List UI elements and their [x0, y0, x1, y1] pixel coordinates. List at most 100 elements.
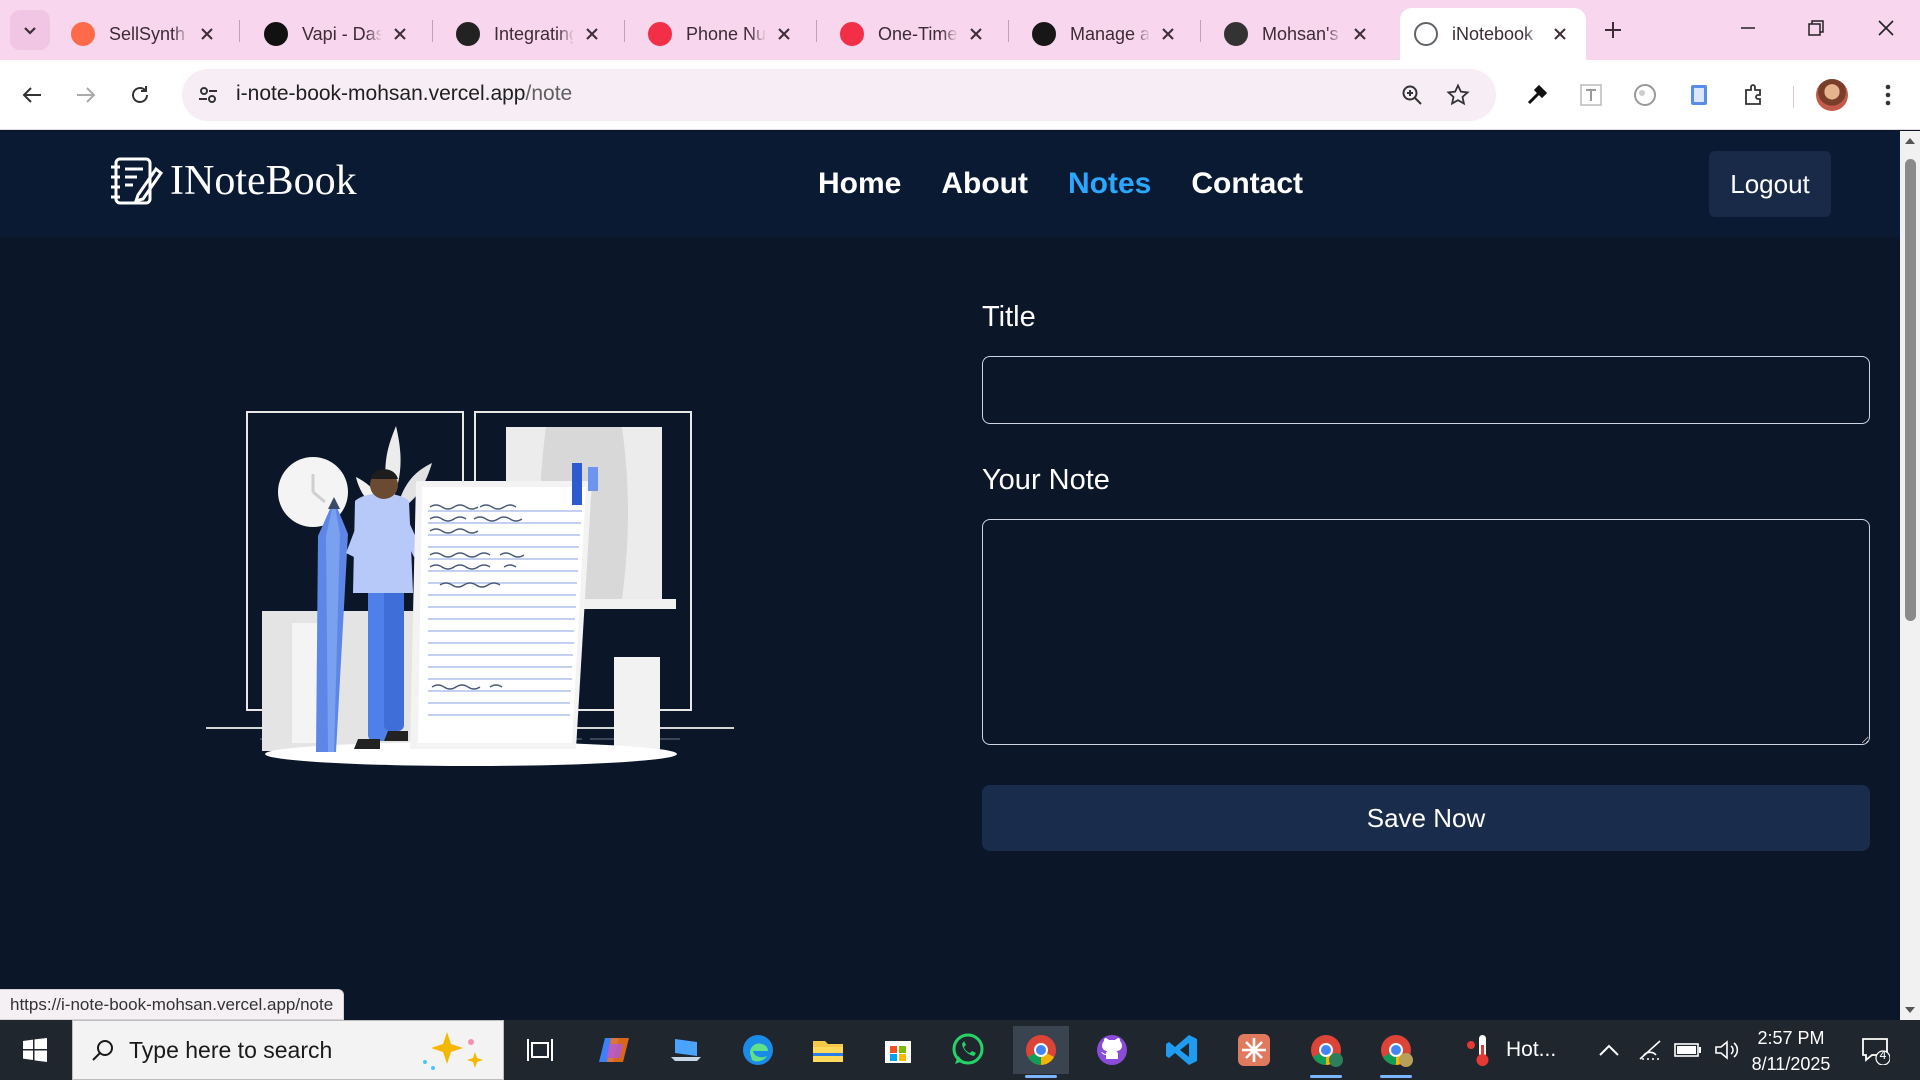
tab-search-button[interactable] — [10, 10, 50, 50]
minimize-button[interactable] — [1718, 6, 1778, 50]
windows-taskbar: Type here to search Hot... 2:57 PM 8/11/… — [0, 1020, 1920, 1080]
taskbar-chrome-profile-3[interactable] — [1368, 1026, 1424, 1078]
wifi-icon[interactable] — [1638, 1039, 1662, 1061]
nav-notes[interactable]: Notes — [1068, 167, 1151, 201]
close-tab-icon[interactable] — [964, 22, 988, 46]
task-view-button[interactable] — [512, 1026, 568, 1074]
close-window-button[interactable] — [1856, 6, 1916, 50]
browser-tab[interactable]: Mohsan's — [1210, 8, 1386, 60]
clock-time: 2:57 PM — [1757, 1028, 1825, 1048]
zoom-button[interactable] — [1396, 79, 1428, 111]
taskbar-vscode[interactable] — [1154, 1026, 1210, 1074]
taskbar-edge[interactable] — [730, 1026, 786, 1074]
title-label: Title — [982, 301, 1036, 333]
notebook-logo-icon — [111, 157, 164, 205]
taskbar-whatsapp[interactable] — [940, 1026, 996, 1074]
site-nav-links: Home About Notes Contact — [818, 167, 1303, 201]
browser-tab[interactable]: One-Time — [826, 8, 1002, 60]
browser-tab[interactable]: Vapi - Dash — [250, 8, 426, 60]
palette-icon — [1634, 84, 1656, 106]
taskbar-file-explorer[interactable] — [800, 1026, 856, 1074]
browser-tab[interactable]: Phone Nur — [634, 8, 810, 60]
bookmark-button[interactable] — [1442, 79, 1474, 111]
claude-icon — [1238, 1034, 1270, 1066]
tab-separator — [432, 20, 433, 42]
globe-icon — [1414, 22, 1438, 46]
address-bar[interactable]: i-note-book-mohsan.vercel.app/note — [182, 69, 1496, 121]
new-tab-button[interactable] — [1595, 12, 1631, 48]
weather-widget[interactable]: Hot... — [1466, 1020, 1556, 1080]
extension-sidepanel[interactable] — [1681, 77, 1717, 113]
forward-button[interactable] — [68, 77, 104, 113]
taskbar-app-laptop[interactable] — [658, 1026, 714, 1074]
task-view-icon — [527, 1039, 553, 1061]
taskbar-chrome-profile-2[interactable] — [1298, 1026, 1354, 1078]
site-navbar: INoteBook Home About Notes Contact Logou… — [0, 131, 1900, 237]
browser-tab[interactable]: iNotebook — [1400, 8, 1586, 60]
start-button[interactable] — [10, 1030, 60, 1070]
url-text: i-note-book-mohsan.vercel.app/note — [236, 82, 573, 105]
minimize-icon — [1741, 27, 1755, 29]
notification-count: 4 — [1879, 1048, 1887, 1062]
logout-button[interactable]: Logout — [1709, 151, 1831, 217]
system-clock[interactable]: 2:57 PM 8/11/2025 — [1736, 1025, 1846, 1077]
browser-menu-button[interactable] — [1870, 77, 1906, 113]
battery-icon[interactable] — [1674, 1042, 1702, 1058]
profile-avatar[interactable] — [1816, 79, 1848, 111]
tab-separator — [816, 20, 817, 42]
extension-eyedropper[interactable] — [1519, 77, 1555, 113]
openai-icon — [456, 22, 480, 46]
save-now-button[interactable]: Save Now — [982, 785, 1870, 851]
extension-palette[interactable] — [1627, 77, 1663, 113]
tab-separator — [1008, 20, 1009, 42]
note-textarea[interactable] — [982, 519, 1870, 745]
scrollbar-thumb[interactable] — [1905, 159, 1916, 621]
note-label: Your Note — [982, 464, 1110, 496]
nav-contact[interactable]: Contact — [1191, 167, 1303, 201]
link-status-bubble: https://i-note-book-mohsan.vercel.app/no… — [0, 989, 345, 1020]
browser-tab[interactable]: Manage ac — [1018, 8, 1194, 60]
back-button[interactable] — [14, 77, 50, 113]
chevron-down-icon — [24, 27, 36, 35]
scroll-up-arrow-icon[interactable] — [1904, 135, 1916, 147]
tab-separator — [624, 20, 625, 42]
notification-center-button[interactable]: 4 — [1857, 1032, 1893, 1068]
web-page: INoteBook Home About Notes Contact Logou… — [0, 131, 1900, 1020]
close-tab-icon[interactable] — [388, 22, 412, 46]
site-info-button[interactable] — [190, 77, 226, 113]
close-tab-icon[interactable] — [1156, 22, 1180, 46]
tune-icon — [199, 87, 217, 103]
search-icon — [92, 1040, 113, 1061]
extensions-button[interactable] — [1736, 77, 1772, 113]
nav-about[interactable]: About — [941, 167, 1028, 201]
taskbar-store[interactable] — [870, 1026, 926, 1074]
close-tab-icon[interactable] — [580, 22, 604, 46]
brand-name: INoteBook — [170, 158, 357, 204]
taskbar-claude[interactable] — [1226, 1026, 1282, 1074]
laptop-icon — [671, 1039, 701, 1061]
more-vertical-icon — [1885, 84, 1891, 106]
copilot-button[interactable] — [586, 1026, 642, 1074]
restore-button[interactable] — [1786, 6, 1846, 50]
taskbar-chrome-active[interactable] — [1013, 1026, 1069, 1078]
title-input[interactable] — [982, 356, 1870, 424]
scroll-down-arrow-icon[interactable] — [1904, 1004, 1916, 1016]
close-tab-icon[interactable] — [1548, 22, 1572, 46]
m-icon — [1224, 22, 1248, 46]
nav-home[interactable]: Home — [818, 167, 901, 201]
close-tab-icon[interactable] — [1348, 22, 1372, 46]
tab-title: Integrating — [494, 23, 574, 44]
close-tab-icon[interactable] — [772, 22, 796, 46]
brand-logo[interactable]: INoteBook — [108, 153, 357, 209]
chevron-up-icon[interactable] — [1598, 1043, 1620, 1057]
reload-button[interactable] — [122, 77, 158, 113]
taskbar-search-box[interactable]: Type here to search — [72, 1020, 504, 1080]
browser-tab[interactable]: SellSynth v — [57, 8, 233, 60]
taskbar-github-desktop[interactable] — [1084, 1026, 1140, 1074]
browser-tab[interactable]: Integrating — [442, 8, 618, 60]
extension-text[interactable] — [1573, 77, 1609, 113]
close-tab-icon[interactable] — [195, 22, 219, 46]
tab-title: Manage ac — [1070, 23, 1150, 44]
folder-icon — [813, 1041, 843, 1062]
page-scrollbar[interactable] — [1900, 131, 1920, 1020]
